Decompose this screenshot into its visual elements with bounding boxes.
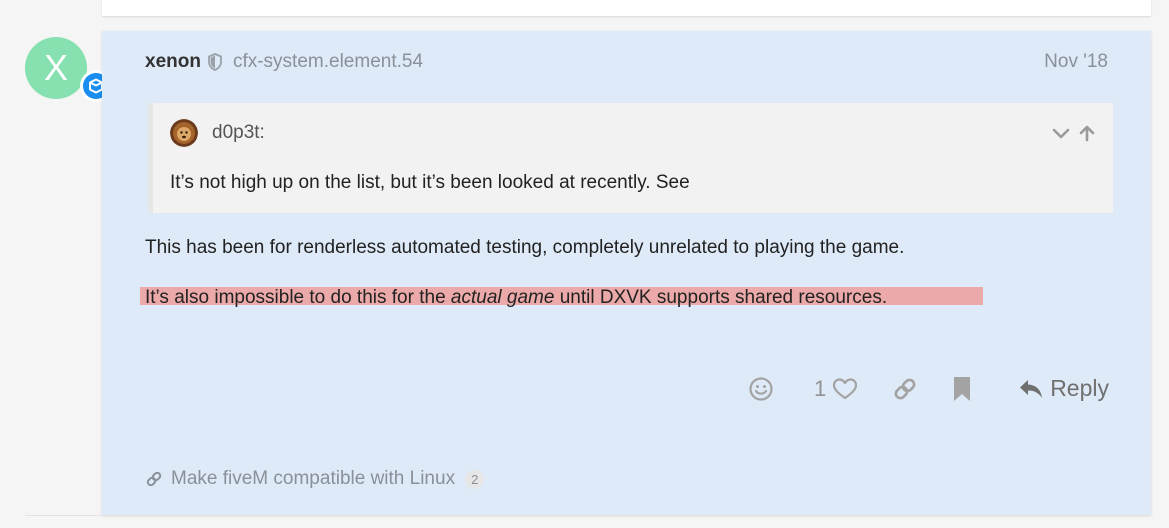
username[interactable]: xenon [145, 51, 201, 73]
post-actions: 1 Reply [748, 375, 1109, 402]
quote-avatar[interactable] [170, 119, 198, 147]
link-icon[interactable] [892, 376, 918, 402]
link-icon [146, 471, 162, 487]
linked-topic-count: 2 [465, 469, 485, 489]
post-date[interactable]: Nov '18 [1044, 51, 1108, 73]
bookmark-icon[interactable] [952, 376, 972, 402]
arrow-up-icon[interactable] [1077, 123, 1097, 143]
quote-block: d0p3t: It’s not high up on the list, but… [148, 103, 1113, 213]
reply-icon [1020, 379, 1043, 398]
quote-text: It’s not high up on the list, but it’s b… [170, 172, 690, 193]
chevron-down-icon[interactable] [1051, 123, 1071, 143]
linked-topic-title[interactable]: Make fiveM compatible with Linux [171, 468, 455, 490]
avatar-letter: X [43, 47, 68, 88]
post-card: xenon cfx-system.element.54 Nov '18 d0p3… [102, 31, 1151, 515]
user-title: cfx-system.element.54 [232, 51, 424, 72]
reply-button[interactable]: Reply [1018, 375, 1109, 402]
quote-username[interactable]: d0p3t: [212, 122, 265, 144]
quote-controls [1051, 123, 1097, 143]
shield-icon [207, 53, 223, 71]
divider [25, 515, 1081, 516]
post-paragraph: This has been for renderless automated t… [145, 237, 905, 258]
smile-icon[interactable] [748, 376, 774, 402]
linked-topic[interactable]: Make fiveM compatible with Linux 2 [145, 468, 485, 490]
heart-icon[interactable] [832, 377, 858, 401]
reply-label: Reply [1050, 375, 1109, 401]
avatar[interactable]: X [25, 37, 87, 99]
like-count[interactable]: 1 [814, 376, 826, 402]
paragraph-text: It’s also impossible to do this for the [145, 287, 451, 308]
post-meta: xenon cfx-system.element.54 [145, 51, 423, 73]
post-paragraph-highlighted: It’s also impossible to do this for the … [145, 287, 887, 309]
emphasized-text: actual game [450, 287, 555, 308]
paragraph-text-end: until DXVK supports shared resources. [554, 287, 888, 308]
previous-post-card [102, 0, 1151, 16]
